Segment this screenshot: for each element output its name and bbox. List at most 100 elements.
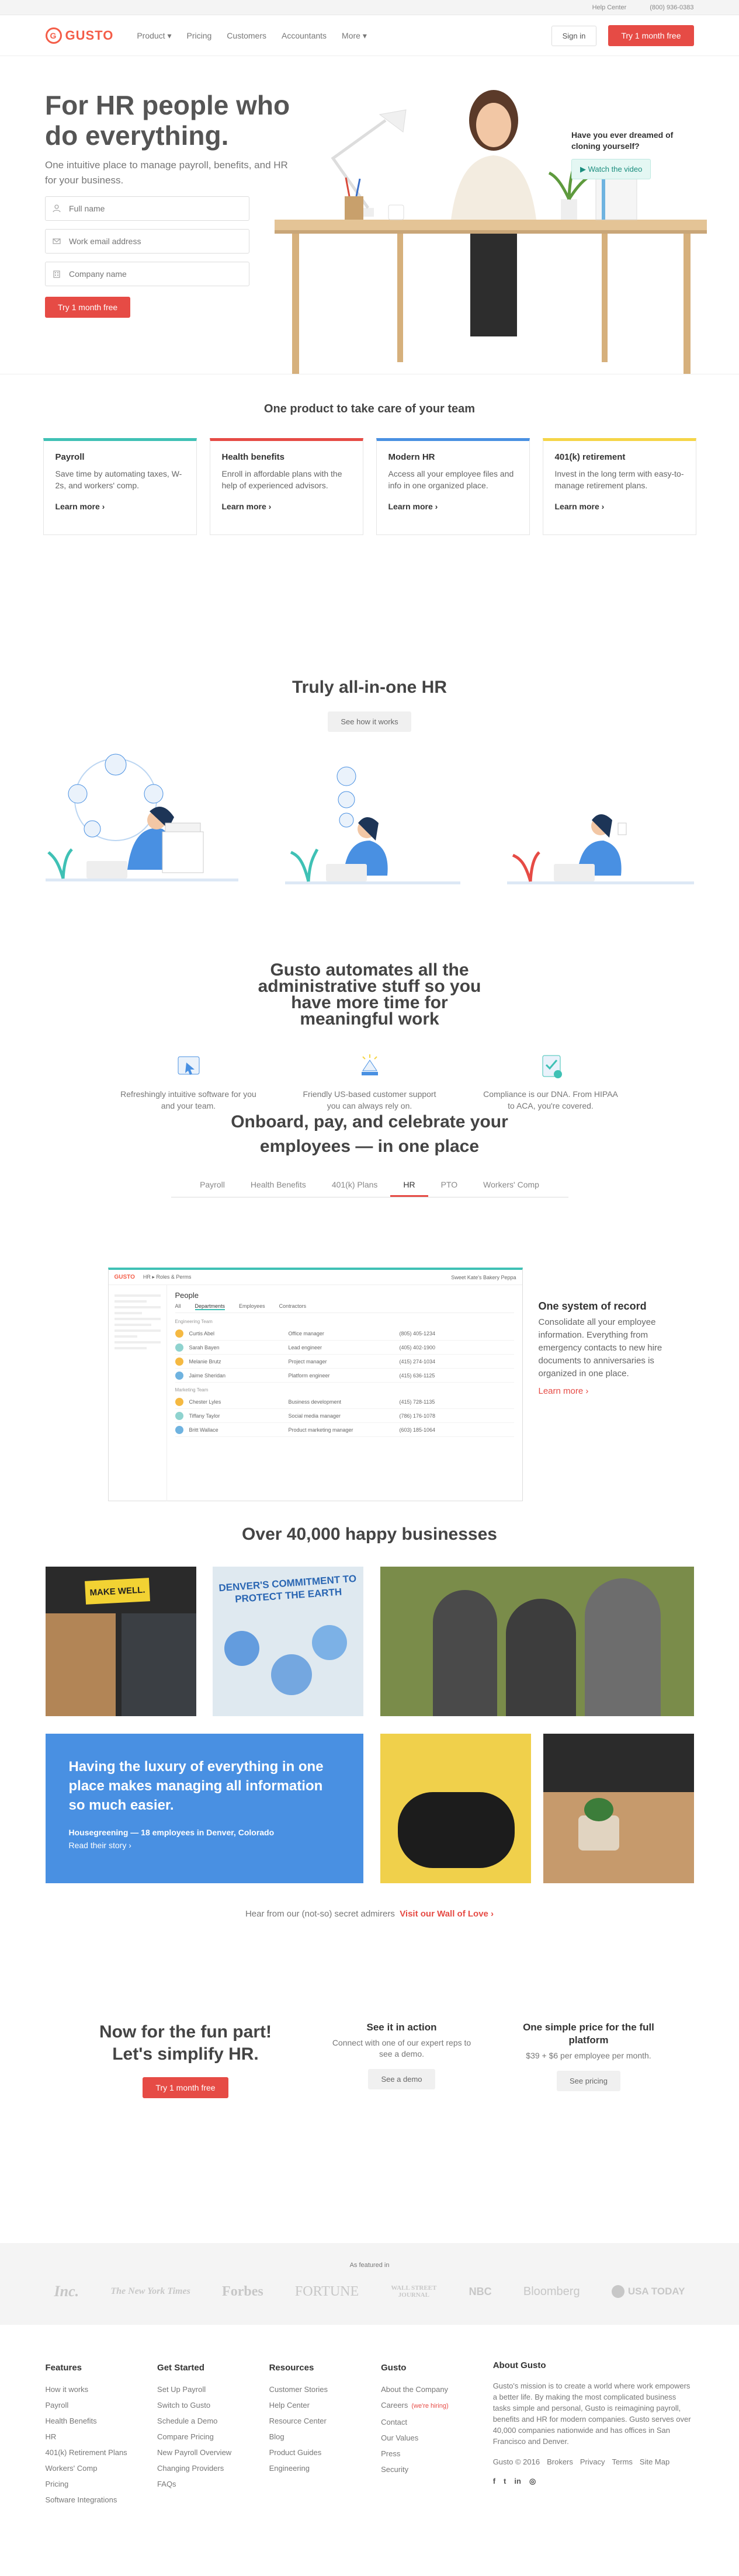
company-input[interactable] <box>69 269 221 279</box>
footer-link[interactable]: 401(k) Retirement Plans <box>46 2445 158 2460</box>
avatar <box>175 1397 183 1406</box>
side-learn-more-link[interactable]: Learn more › <box>539 1385 667 1398</box>
footer-link[interactable]: Compare Pricing <box>157 2429 269 2445</box>
footer-link[interactable]: Help Center <box>269 2397 381 2413</box>
footer-link[interactable]: Workers' Comp <box>46 2460 158 2476</box>
usa-today-label: USA TODAY <box>627 2286 685 2297</box>
phone-number: (800) 936-0383 <box>650 4 694 11</box>
twitter-icon[interactable]: t <box>504 2476 506 2487</box>
sign-in-button[interactable]: Sign in <box>551 25 597 46</box>
footer-link[interactable]: Engineering <box>269 2460 381 2476</box>
hr-learn-more-link[interactable]: Learn more › <box>388 501 518 512</box>
footer-link[interactable]: Pricing <box>46 2476 158 2492</box>
full-name-field[interactable] <box>45 196 249 221</box>
footer-links: About the Company Careers (we're hiring) Co… <box>381 2381 493 2477</box>
watch-video-button[interactable]: ▶ Watch the video <box>571 159 651 179</box>
footer-link[interactable]: Payroll <box>46 2397 158 2413</box>
envelope-icon <box>53 238 61 244</box>
table-row[interactable]: Britt Wallace Product marketing manager (6… <box>175 1423 514 1437</box>
nav-product[interactable]: Product ▾ <box>137 31 171 41</box>
see-how-it-works-button[interactable]: See how it works <box>328 711 411 732</box>
payroll-card[interactable]: Payroll Save time by automating taxes, W… <box>43 438 197 535</box>
footer-link[interactable]: Switch to Gusto <box>157 2397 269 2413</box>
nav-pricing[interactable]: Pricing <box>187 31 212 41</box>
footer-link[interactable]: Set Up Payroll <box>157 2381 269 2397</box>
footer-link[interactable]: Our Values <box>381 2430 493 2446</box>
footer-link[interactable]: FAQs <box>157 2476 269 2492</box>
email-field[interactable] <box>45 229 249 254</box>
footer-link[interactable]: Careers <box>381 2401 408 2410</box>
modern-hr-card[interactable]: Modern HR Access all your employee files… <box>376 438 530 535</box>
wall-of-love-text: Hear from our (not-so) secret admirers <box>245 1909 395 1919</box>
site-map-link[interactable]: Site Map <box>640 2456 669 2467</box>
footer-link[interactable]: Changing Providers <box>157 2460 269 2476</box>
footer-link[interactable]: Schedule a Demo <box>157 2413 269 2429</box>
wall-of-love: Hear from our (not-so) secret admirers V… <box>0 1909 739 1919</box>
header-trial-button[interactable]: Try 1 month free <box>608 25 694 46</box>
card-text: Enroll in affordable plans with the help… <box>221 469 342 490</box>
footer-link[interactable]: Health Benefits <box>46 2413 158 2429</box>
nav-accountants[interactable]: Accountants <box>282 31 327 41</box>
terms-link[interactable]: Terms <box>612 2456 633 2467</box>
footer-link[interactable]: Contact <box>381 2414 493 2430</box>
see-demo-button[interactable]: See a demo <box>368 2069 435 2089</box>
bloomberg-logo: Bloomberg <box>523 2285 580 2298</box>
brokers-link[interactable]: Brokers <box>547 2456 573 2467</box>
read-story-link[interactable]: Read their story › <box>69 1841 340 1850</box>
mock-heading: People <box>175 1291 199 1300</box>
table-row[interactable]: Sarah Bayen Lead engineer (405) 402-1900 <box>175 1341 514 1355</box>
table-row[interactable]: Jaime Sheridan Platform engineer (415) 636… <box>175 1369 514 1383</box>
side-text: Consolidate all your employee informatio… <box>538 1317 662 1379</box>
tab-payroll[interactable]: Payroll <box>187 1174 238 1197</box>
footer-link[interactable]: Product Guides <box>269 2445 381 2460</box>
wall-of-love-link[interactable]: Visit our Wall of Love › <box>400 1909 494 1919</box>
footer-link[interactable]: How it works <box>46 2381 158 2397</box>
footer-col-gusto: Gusto About the Company Careers (we're hir… <box>381 2360 493 2508</box>
footer-link[interactable]: Press <box>381 2446 493 2462</box>
email-input[interactable] <box>69 237 221 246</box>
see-pricing-button[interactable]: See pricing <box>556 2071 621 2091</box>
help-center-link[interactable]: Help Center <box>592 4 627 11</box>
tab-workers-comp[interactable]: Workers' Comp <box>470 1174 552 1197</box>
401k-learn-more-link[interactable]: Learn more › <box>555 501 684 512</box>
health-benefits-card[interactable]: Health benefits Enroll in affordable pla… <box>209 438 363 535</box>
gusto-logo[interactable]: G GUSTO <box>45 27 114 44</box>
mock-group-title: Engineering Team <box>175 1319 213 1324</box>
nav-more[interactable]: More ▾ <box>342 31 367 41</box>
footer-link[interactable]: HR <box>46 2429 158 2445</box>
retirement-card[interactable]: 401(k) retirement Invest in the long ter… <box>542 438 696 535</box>
nav-customers[interactable]: Customers <box>227 31 266 41</box>
privacy-link[interactable]: Privacy <box>580 2456 605 2467</box>
hero-trial-button[interactable]: Try 1 month free <box>45 297 131 318</box>
facebook-icon[interactable]: f <box>493 2476 495 2487</box>
footer-col-title: Features <box>45 2363 82 2373</box>
footer-link[interactable]: Customer Stories <box>269 2381 381 2397</box>
payroll-learn-more-link[interactable]: Learn more › <box>55 501 185 512</box>
table-row[interactable]: Tiffany Taylor Social media manager (786) … <box>175 1409 514 1423</box>
overwhelmed-worker-illustration <box>45 754 238 881</box>
footer-link[interactable]: Resource Center <box>269 2413 381 2429</box>
footer-link[interactable]: New Payroll Overview <box>157 2445 269 2460</box>
full-name-input[interactable] <box>69 204 221 213</box>
hero-section: For HR people who do everything. One int… <box>0 56 739 374</box>
testimonial-company: Housegreening — 18 employees in Denver, … <box>68 1828 275 1837</box>
footer-link[interactable]: About the Company <box>381 2381 493 2397</box>
company-field[interactable] <box>45 262 249 286</box>
mock-logo: GUSTO <box>114 1274 135 1280</box>
cta-trial-button[interactable]: Try 1 month free <box>143 2077 228 2098</box>
table-row[interactable]: Curtis Abel Office manager (805) 405-1234 <box>175 1327 514 1341</box>
tab-health-benefits[interactable]: Health Benefits <box>238 1174 319 1197</box>
tab-pto[interactable]: PTO <box>428 1174 471 1197</box>
footer-link[interactable]: Software Integrations <box>46 2492 158 2508</box>
benefits-learn-more-link[interactable]: Learn more › <box>222 501 351 512</box>
table-row[interactable]: Melanie Brutz Project manager (415) 274-10… <box>175 1355 514 1369</box>
tab-hr[interactable]: HR <box>390 1174 428 1197</box>
footer-col-title: Resources <box>269 2363 314 2373</box>
footer-link[interactable]: Security <box>381 2462 493 2477</box>
instagram-icon[interactable]: ◎ <box>529 2476 536 2487</box>
linkedin-icon[interactable]: in <box>514 2476 521 2487</box>
pricing-title: One simple price for the full platform <box>523 2022 654 2046</box>
table-row[interactable]: Chester Lyles Business development (415) 7… <box>175 1395 514 1409</box>
footer-link[interactable]: Blog <box>269 2429 381 2445</box>
tab-401k[interactable]: 401(k) Plans <box>319 1174 391 1197</box>
